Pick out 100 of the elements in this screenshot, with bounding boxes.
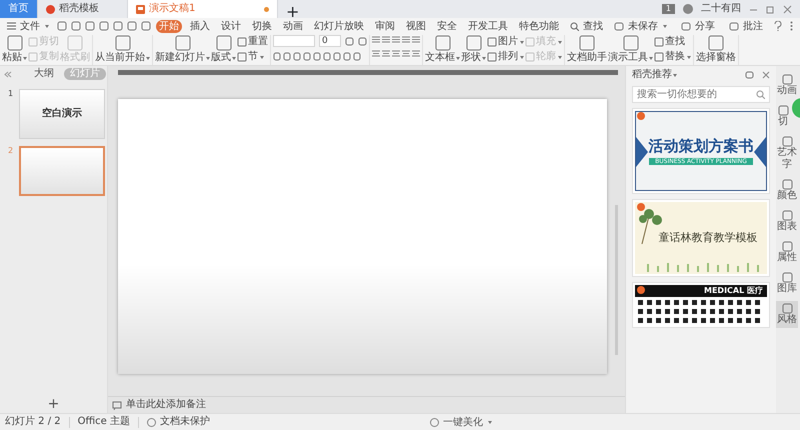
ribbon-button[interactable]: 查找 [654,35,691,49]
view-tab[interactable]: 大纲 [28,68,60,80]
window-tab[interactable]: 演示文稿1 [128,0,278,18]
menu-tab[interactable]: 动画 [280,20,306,32]
numbering-icon[interactable] [382,35,390,44]
close-icon[interactable] [762,71,770,79]
status-text: 幻灯片 2 / 2 [5,416,61,428]
justify-icon[interactable] [402,49,410,58]
notification-count[interactable]: 1 [662,4,675,14]
align-center-icon[interactable] [382,49,390,58]
text-direction-icon[interactable] [412,35,420,44]
template-badge-icon [637,286,645,294]
side-tool-button[interactable]: 图库 [776,270,798,297]
beautify-icon [430,418,440,426]
ribbon-button[interactable]: 排列 [487,50,524,64]
tool-icon [782,241,792,252]
search-icon [570,22,579,30]
template-title: MEDICAL 医疗 [704,286,763,295]
menu-tab[interactable]: 安全 [434,20,460,32]
slide-thumbnail[interactable]: 空白演示 [19,89,105,139]
panel-title[interactable]: 稻壳推荐 [632,69,677,81]
ribbon-button[interactable]: 形状 [461,35,486,64]
toolbar-action-button[interactable]: 分享 [678,20,718,32]
ribbon-button[interactable]: 粘贴 [2,35,27,64]
menu-tab[interactable]: 设计 [218,20,244,32]
ribbon-button[interactable]: 文本框 [425,35,460,64]
template-title: 活动策划方案书 [648,136,754,155]
slide-number: 2 [8,146,14,157]
status-text: Office 主题 [78,416,130,428]
triangle-icon [636,137,648,167]
tool-icon [782,136,792,147]
more-icon[interactable] [790,21,793,31]
ribbon-button[interactable]: 重置 [237,35,268,49]
align-left-icon[interactable] [372,49,380,58]
tool-icon [782,210,792,221]
user-name[interactable]: 二十有四 [701,3,741,15]
tool-icon [778,105,788,116]
menu-tab[interactable]: 切换 [249,20,275,32]
ribbon-button[interactable]: 演示工具 [608,35,653,64]
menu-tab[interactable]: 视图 [403,20,429,32]
menu-tab[interactable]: 审阅 [372,20,398,32]
side-tool-button[interactable]: 风格 [776,301,798,328]
side-tool-button[interactable]: 图表 [776,208,798,235]
ribbon-button[interactable]: 选择窗格 [696,35,736,64]
status-text: 文档未保护 [160,416,210,428]
search-button[interactable]: 查找 [567,20,606,32]
font-name-field[interactable] [273,35,315,47]
triangle-icon [754,137,766,167]
template-badge-icon [637,203,645,211]
ribbon-button[interactable]: 节 [237,50,268,64]
ribbon-button[interactable]: 版式 [211,35,236,64]
shield-icon [147,418,156,426]
presentation-icon [136,4,145,14]
notes-placeholder[interactable]: 单击此处添加备注 [126,399,206,411]
add-slide-button[interactable]: + [48,397,60,411]
file-menu[interactable]: 文件 [4,20,52,32]
collapse-panel-icon[interactable] [4,70,12,78]
tool-icon [782,179,792,190]
side-tool-button[interactable]: 艺术字 [776,134,798,173]
distribute-icon[interactable] [412,49,420,58]
ribbon-button[interactable]: 图片 [487,35,524,49]
menu-tab[interactable]: 幻灯片放映 [311,20,367,32]
template-card[interactable]: 童话林教育教学模板 [632,199,770,277]
search-field[interactable]: 搜索一切你想要的 [632,86,770,103]
note-icon [112,400,122,410]
tool-icon [782,303,792,314]
side-tool-button[interactable]: 切 [776,103,790,130]
slide-thumbnail[interactable] [19,146,105,196]
align-right-icon[interactable] [392,49,400,58]
search-icon [756,90,765,99]
window-tab[interactable]: 首页 [0,0,38,18]
ribbon-button[interactable]: 新建幻灯片 [155,35,210,64]
avatar-icon [683,4,693,14]
ribbon-button[interactable]: 替换 [654,50,691,64]
toolbar-action-button[interactable]: 批注 [726,20,766,32]
tool-icon [782,74,792,85]
line-spacing-icon[interactable] [402,35,410,44]
menu-tab[interactable]: 特色功能 [516,20,562,32]
toolbar-action-button[interactable]: 未保存 [611,20,670,32]
template-badge-icon [637,112,645,120]
slide-number: 1 [8,89,14,100]
beautify-button[interactable]: 一键美化 [430,414,492,430]
close-icon[interactable] [783,4,792,14]
bullets-icon[interactable] [372,35,380,44]
side-tool-button[interactable]: 颜色 [776,177,798,204]
help-icon[interactable] [774,21,782,31]
font-size-field[interactable]: 0 [319,35,341,47]
ribbon-button[interactable]: 文档助手 [567,35,607,64]
indent-icon[interactable] [392,35,400,44]
ribbon-button[interactable]: 从当前开始 [95,35,150,64]
menu-tab[interactable]: 插入 [187,20,213,32]
new-tab-button[interactable]: + [278,0,308,18]
side-tool-button[interactable]: 动画 [776,72,798,99]
menu-tab[interactable]: 开发工具 [465,20,511,32]
menu-icon [7,22,16,30]
flame-icon [46,4,55,14]
side-tool-button[interactable]: 属性 [776,239,798,266]
restore-icon[interactable] [766,4,775,14]
slide-title: 空白演示 [42,108,82,120]
template-card[interactable]: MEDICAL 医疗 [632,282,770,328]
